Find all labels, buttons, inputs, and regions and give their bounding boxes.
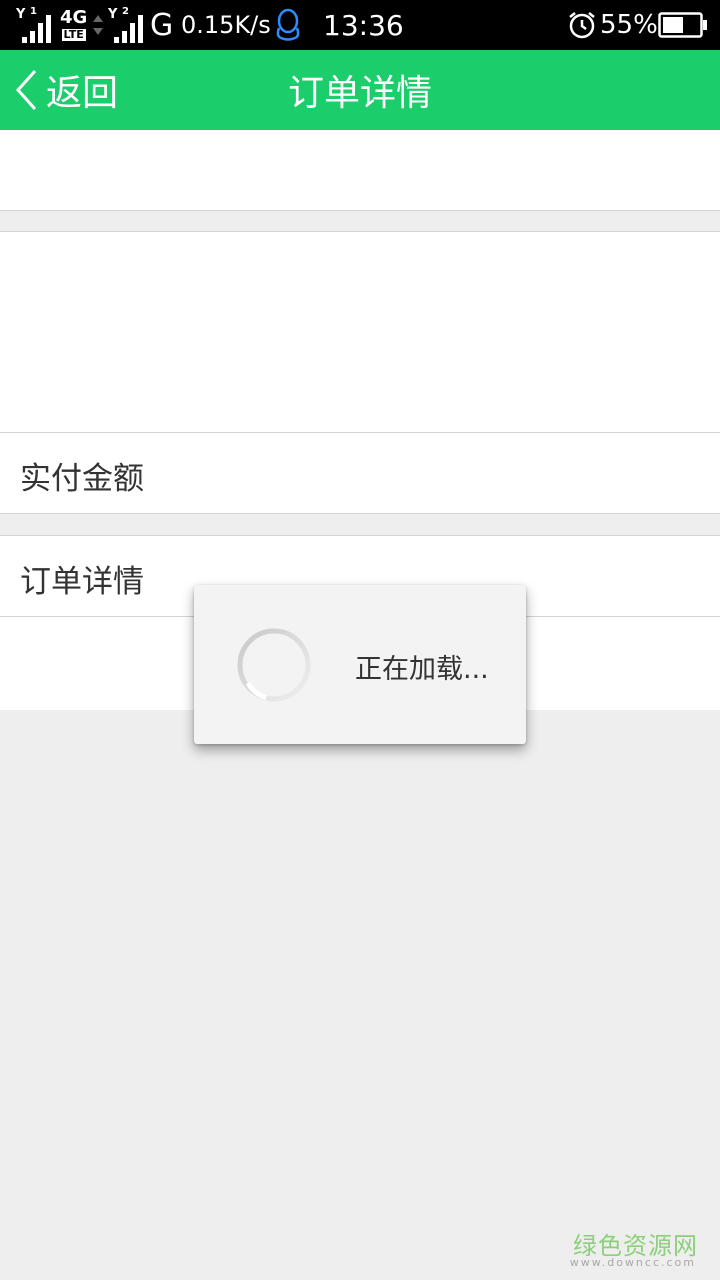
- network-type: 4G LTE: [60, 0, 87, 50]
- alarm-icon: [567, 0, 597, 50]
- network-lte: LTE: [61, 28, 86, 41]
- sim2-label: 2: [122, 5, 129, 17]
- goods-section: [0, 232, 720, 432]
- watermark-url: www.downcc.com: [569, 1256, 696, 1269]
- network-g: G: [150, 7, 174, 43]
- top-section: [0, 130, 720, 210]
- clock-time: 13:36: [323, 8, 404, 42]
- chevron-left-icon: [14, 68, 38, 112]
- paid-amount-label: 实付金额: [20, 461, 144, 497]
- sim1-label: 1: [30, 5, 37, 17]
- order-detail-label: 订单详情: [20, 564, 144, 600]
- loading-text: 正在加载...: [355, 654, 489, 685]
- screen: Y 1 4G LTE Y 2 G 0.15K/s 13:36 55% 返回 订单…: [0, 0, 720, 1280]
- qq-icon: [274, 0, 302, 50]
- network-4g: 4G: [60, 7, 88, 28]
- status-bar: Y 1 4G LTE Y 2 G 0.15K/s 13:36 55%: [0, 0, 720, 50]
- divider: [0, 210, 720, 211]
- data-arrows-icon: [92, 0, 104, 50]
- svg-text:Y: Y: [16, 7, 26, 22]
- svg-text:Y: Y: [108, 7, 118, 22]
- network-speed: 0.15K/s: [181, 11, 271, 39]
- divider: [0, 513, 720, 514]
- back-label: 返回: [46, 73, 119, 114]
- back-button[interactable]: 返回: [14, 50, 134, 130]
- paid-amount-row: 实付金额: [0, 433, 720, 513]
- loading-spinner-icon: [236, 627, 312, 703]
- battery-icon: [658, 0, 708, 50]
- loading-dialog: 正在加载...: [194, 585, 526, 744]
- title-bar: 返回 订单详情: [0, 50, 720, 130]
- battery-percent: 55%: [600, 10, 658, 40]
